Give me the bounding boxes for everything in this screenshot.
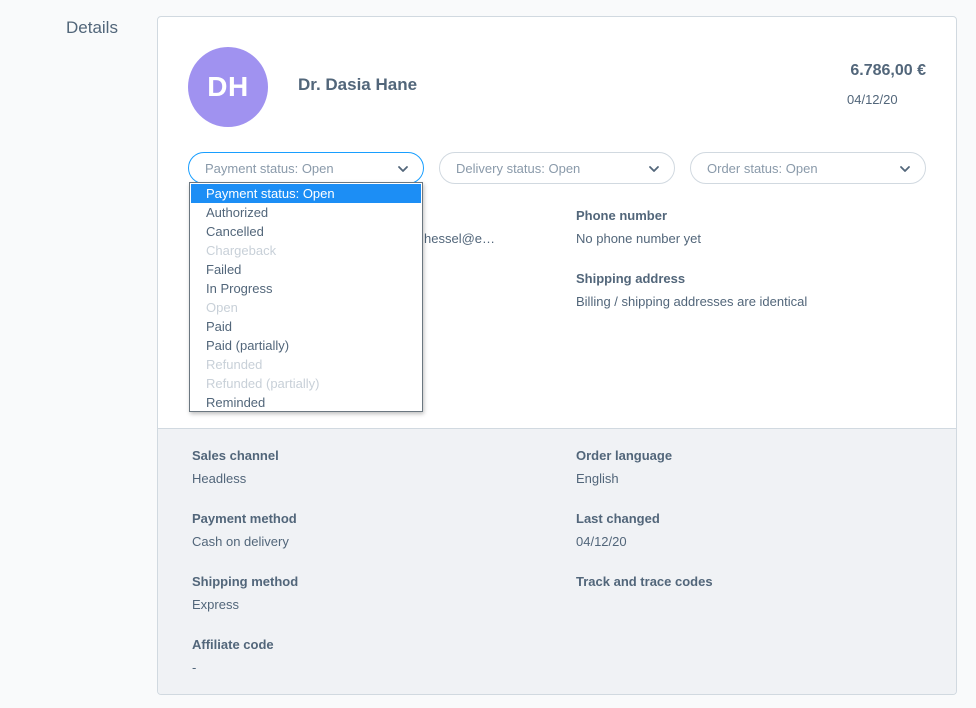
sales-channel-value: Headless [192,471,247,486]
payment-status-option: Chargeback [206,243,277,258]
chevron-down-icon [900,166,910,172]
payment-status-option[interactable]: Paid [190,317,422,336]
payment-status-option[interactable]: Authorized [190,203,422,222]
order-language-value: English [576,471,619,486]
payment-status-option: Refunded (partially) [206,376,320,391]
phone-label: Phone number [576,208,668,223]
chevron-down-icon [398,166,408,172]
shipping-method-value: Express [192,597,239,612]
shipping-method-label: Shipping method [192,574,299,589]
order-meta-section: Sales channel Headless Payment method Ca… [158,428,956,694]
payment-status-option[interactable]: Cancelled [190,222,422,241]
payment-method-label: Payment method [192,511,297,526]
customer-email-fragment: hessel@e… [424,231,496,246]
order-status-value: Order status: Open [707,161,818,176]
customer-name: Dr. Dasia Hane [298,75,418,94]
shipping-address-label: Shipping address [576,271,686,286]
last-changed-label: Last changed [576,511,660,526]
payment-status-option[interactable]: Paid (partially) [190,336,422,355]
payment-status-dropdown[interactable]: Payment status: Open Authorized Cancelled C… [189,182,423,412]
shipping-address-value: Billing / shipping addresses are identic… [576,294,808,309]
phone-value: No phone number yet [576,231,702,246]
payment-status-option[interactable]: In Progress [190,279,422,298]
section-title: Details [66,18,118,37]
payment-status-option[interactable]: Reminded [190,393,422,412]
sales-channel-label: Sales channel [192,448,279,463]
payment-method-value: Cash on delivery [192,534,289,549]
payment-status-option: Refunded [206,357,263,372]
order-date: 04/12/20 [847,92,898,107]
payment-status-option[interactable]: Payment status: Open [191,184,421,203]
track-trace-label: Track and trace codes [576,574,713,589]
order-language-label: Order language [576,448,673,463]
order-total: 6.786,00 € [850,62,926,79]
payment-status-select[interactable]: Payment status: Open [188,152,424,184]
payment-status-option[interactable]: Failed [190,260,422,279]
delivery-status-value: Delivery status: Open [456,161,581,176]
chevron-down-icon [649,166,659,172]
payment-status-option: Open [206,300,238,315]
affiliate-code-value: - [192,660,197,675]
order-status-select[interactable]: Order status: Open [690,152,926,184]
last-changed-value: 04/12/20 [576,534,627,549]
affiliate-code-label: Affiliate code [192,637,274,652]
payment-status-value: Payment status: Open [205,161,334,176]
customer-avatar: DH [188,47,268,127]
delivery-status-select[interactable]: Delivery status: Open [439,152,675,184]
